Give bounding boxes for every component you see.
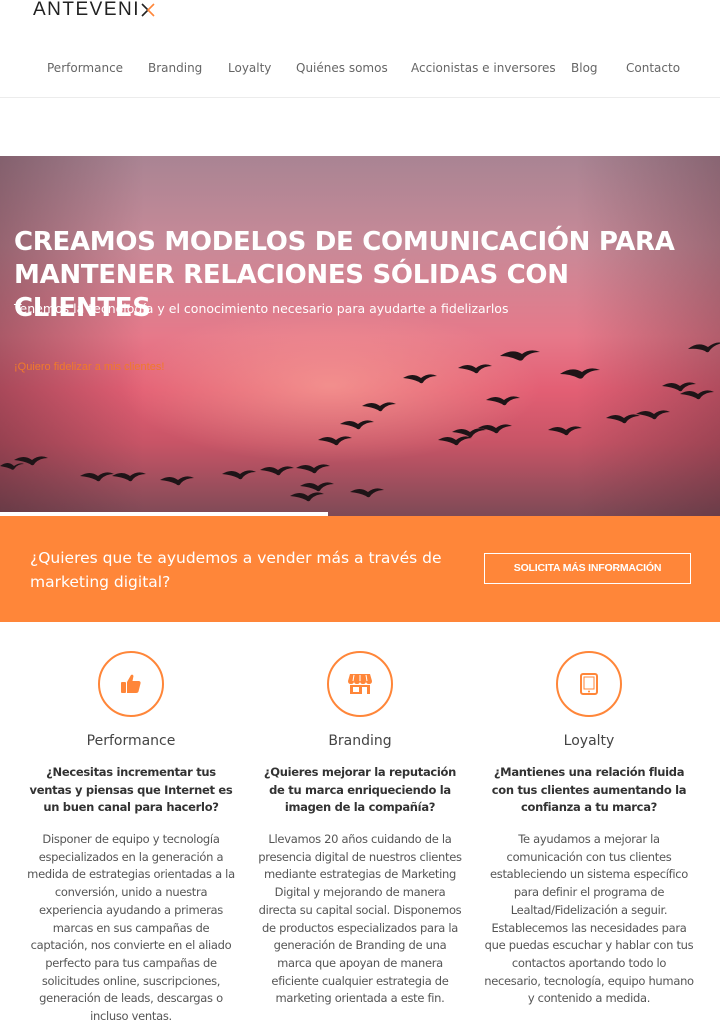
nav-item-blog[interactable]: Blog <box>571 60 598 76</box>
feature-body: Te ayudamos a mejorar la comunicación co… <box>484 832 694 1006</box>
site-header: ANTEVENI Performance Branding Loyalty Qu… <box>0 0 720 98</box>
features-section: Performance ¿Necesitas incrementar tus v… <box>0 622 720 1024</box>
nav-item-contacto[interactable]: Contacto <box>626 60 680 76</box>
logo[interactable]: ANTEVENI <box>33 0 155 22</box>
main-nav: Performance Branding Loyalty Quiénes som… <box>0 60 720 76</box>
nav-item-accionistas[interactable]: Accionistas e inversores <box>411 60 556 76</box>
nav-item-branding[interactable]: Branding <box>148 60 202 76</box>
feature-body: Disponer de equipo y tecnología especial… <box>27 832 235 1024</box>
nav-item-loyalty[interactable]: Loyalty <box>228 60 271 76</box>
feature-question: ¿Necesitas incrementar tus ventas y pien… <box>29 765 233 814</box>
feature-title: Branding <box>328 733 392 749</box>
cta-band: ¿Quieres que te ayudemos a vender más a … <box>0 516 720 622</box>
hero-title-bold1: COMUNICACIÓN <box>362 227 591 257</box>
feature-icon-circle[interactable] <box>98 651 164 717</box>
feature-question: ¿Quieres mejorar la reputación de tu mar… <box>263 765 457 814</box>
storefront-icon <box>348 674 372 694</box>
feature-body: Llevamos 20 años cuidando de la presenci… <box>258 832 462 1006</box>
x-mark-icon <box>141 3 155 17</box>
feature-title: Loyalty <box>563 733 615 749</box>
feature-title: Performance <box>86 733 176 749</box>
birds-image <box>0 342 720 502</box>
hero-slider: CREAMOS MODELOS DE COMUNICACIÓN PARA MAN… <box>0 156 720 516</box>
thumbs-up-icon <box>121 674 141 693</box>
cta-text: ¿Quieres que te ayudemos a vender más a … <box>30 549 442 591</box>
logo-text: ANTEVENI <box>33 0 141 20</box>
feature-icon-circle[interactable] <box>327 651 393 717</box>
request-info-button[interactable]: SOLICITA MÁS INFORMACIÓN <box>484 553 691 584</box>
hero-subtitle: Tenemos la tecnología y el conocimiento … <box>14 301 509 316</box>
nav-item-quienes-somos[interactable]: Quiénes somos <box>296 60 388 76</box>
nav-item-performance[interactable]: Performance <box>47 60 123 76</box>
hero-title-part1: CREAMOS MODELOS DE <box>14 227 363 257</box>
hero-cta-link[interactable]: ¡Quiero fidelizar a mis clientes! <box>14 361 164 373</box>
tablet-icon <box>580 673 598 695</box>
feature-question: ¿Mantienes una relación fluida con tus c… <box>491 765 687 814</box>
feature-icon-circle[interactable] <box>556 651 622 717</box>
